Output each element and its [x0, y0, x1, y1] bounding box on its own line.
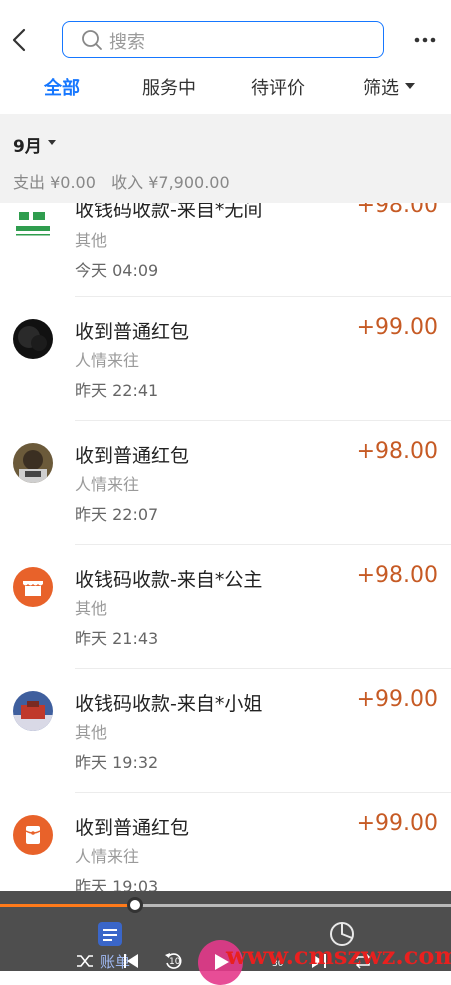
list-item[interactable]: 收钱码收款-来自*小姐 其他 昨天 19:32 +99.00 [0, 669, 451, 793]
item-title: 收到普通红包 [75, 321, 190, 343]
tab-in-service[interactable]: 服务中 [142, 74, 196, 100]
filter-tabs: 全部 服务中 待评价 筛选 [0, 62, 451, 112]
item-amount: +98.00 [356, 563, 438, 588]
item-time: 今天 04:09 [75, 261, 159, 280]
item-time: 昨天 22:41 [75, 381, 159, 400]
item-amount: +98.00 [356, 203, 438, 218]
item-time: 昨天 19:03 [75, 877, 159, 891]
more-button[interactable] [410, 28, 440, 52]
item-title: 收钱码收款-来自*小姐 [75, 693, 263, 715]
item-amount: +99.00 [356, 315, 438, 340]
item-title: 收到普通红包 [75, 817, 190, 839]
item-time: 昨天 22:07 [75, 505, 159, 524]
back-arrow-icon [12, 28, 26, 52]
item-category: 人情来往 [75, 847, 140, 866]
more-icon [414, 37, 436, 43]
user-avatar [13, 319, 53, 359]
item-category: 其他 [75, 231, 108, 250]
list-item[interactable]: 收到普通红包 人情来往 昨天 19:03 +99.00 [0, 793, 451, 891]
month-summary: 9月 支出 ¥0.00 收入 ¥7,900.00 [0, 114, 451, 203]
progress-thumb[interactable] [127, 897, 144, 913]
skip-back-label: 10 [169, 957, 181, 967]
red-packet-icon [13, 815, 53, 855]
shop-logo-icon [13, 208, 53, 248]
search-icon [82, 30, 102, 50]
item-title: 收钱码收款-来自*无间 [75, 203, 263, 221]
user-avatar [13, 443, 53, 483]
search-input[interactable]: 搜索 [62, 21, 384, 58]
tab-all[interactable]: 全部 [44, 74, 80, 100]
video-player-bar: 账单 10 30 www.cmszwz.com [0, 891, 451, 985]
list-item[interactable]: 收钱码收款-来自*公主 其他 昨天 21:43 +98.00 [0, 545, 451, 669]
search-placeholder: 搜索 [109, 32, 145, 53]
item-amount: +99.00 [356, 811, 438, 836]
tab-to-review[interactable]: 待评价 [251, 74, 305, 100]
caret-down-icon [405, 83, 415, 89]
transaction-list: 收钱码收款-来自*无间 其他 今天 04:09 +98.00 收到普通红包 人情… [0, 203, 451, 891]
back-button[interactable] [6, 26, 34, 54]
month-selector[interactable]: 9月 [13, 132, 42, 157]
item-time: 昨天 21:43 [75, 629, 159, 648]
item-category: 其他 [75, 723, 108, 742]
list-item[interactable]: 收到普通红包 人情来往 昨天 22:07 +98.00 [0, 421, 451, 545]
list-item[interactable]: 收钱码收款-来自*无间 其他 今天 04:09 +98.00 [0, 203, 451, 297]
previous-icon[interactable] [124, 953, 138, 969]
item-time: 昨天 19:32 [75, 753, 159, 772]
item-amount: +98.00 [356, 439, 438, 464]
item-category: 其他 [75, 599, 108, 618]
progress-fill [0, 904, 136, 907]
totals-text: 支出 ¥0.00 收入 ¥7,900.00 [13, 173, 230, 192]
user-avatar [13, 691, 53, 731]
shuffle-icon[interactable] [76, 953, 94, 969]
tab-filter[interactable]: 筛选 [363, 74, 399, 100]
list-item[interactable]: 收到普通红包 人情来往 昨天 22:41 +99.00 [0, 297, 451, 421]
item-title: 收到普通红包 [75, 445, 190, 467]
watermark: www.cmszwz.com [226, 941, 451, 970]
shop-icon [13, 567, 53, 607]
item-category: 人情来往 [75, 351, 140, 370]
caret-down-icon [48, 140, 56, 145]
item-amount: +99.00 [356, 687, 438, 712]
item-title: 收钱码收款-来自*公主 [75, 569, 263, 591]
bill-tab-icon[interactable] [97, 921, 123, 947]
item-category: 人情来往 [75, 475, 140, 494]
